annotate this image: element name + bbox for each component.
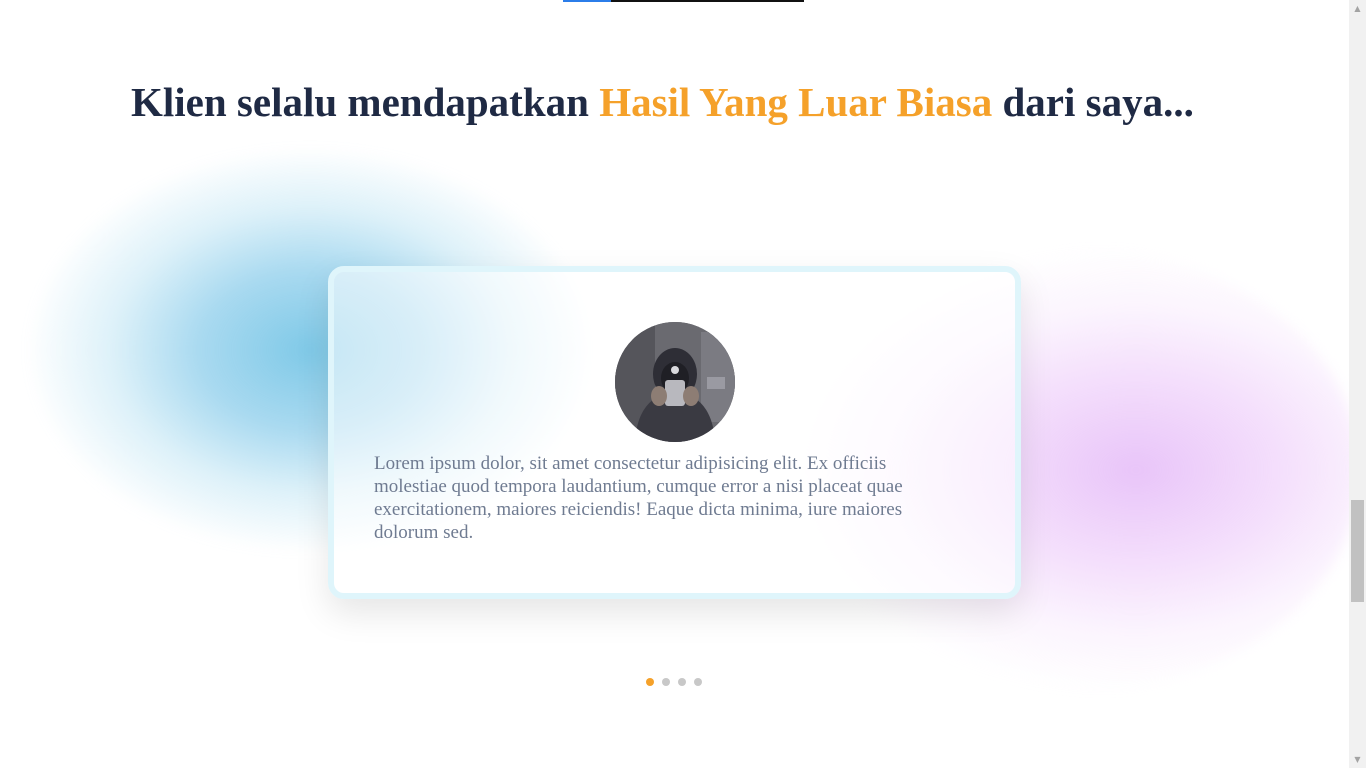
heading-text-start: Klien selalu mendapatkan — [131, 79, 600, 125]
testimonial-text: Lorem ipsum dolor, sit amet consectetur … — [374, 453, 903, 543]
client-photo-image — [615, 322, 735, 442]
carousel-dot-4[interactable] — [694, 678, 702, 686]
client-avatar — [615, 322, 735, 442]
testimonial-card: Lorem ipsum dolor, sit amet consectetur … — [328, 266, 1021, 599]
section-heading: Klien selalu mendapatkan Hasil Yang Luar… — [131, 78, 1194, 126]
heading-text-end: dari saya... — [992, 79, 1194, 125]
scrollbar-thumb[interactable] — [1351, 500, 1364, 602]
scroll-up-arrow-icon[interactable]: ▲ — [1349, 0, 1366, 17]
carousel-dot-2[interactable] — [662, 678, 670, 686]
carousel-dot-1[interactable] — [646, 678, 654, 686]
top-divider-bar — [563, 0, 804, 2]
scroll-down-arrow-icon[interactable]: ▼ — [1349, 751, 1366, 768]
vertical-scrollbar[interactable]: ▲ ▼ — [1349, 0, 1366, 768]
testimonials-section: Klien selalu mendapatkan Hasil Yang Luar… — [0, 0, 1349, 768]
carousel-pagination — [646, 678, 702, 686]
carousel-dot-3[interactable] — [678, 678, 686, 686]
heading-highlight: Hasil Yang Luar Biasa — [599, 79, 993, 125]
top-divider-fill — [563, 0, 611, 2]
